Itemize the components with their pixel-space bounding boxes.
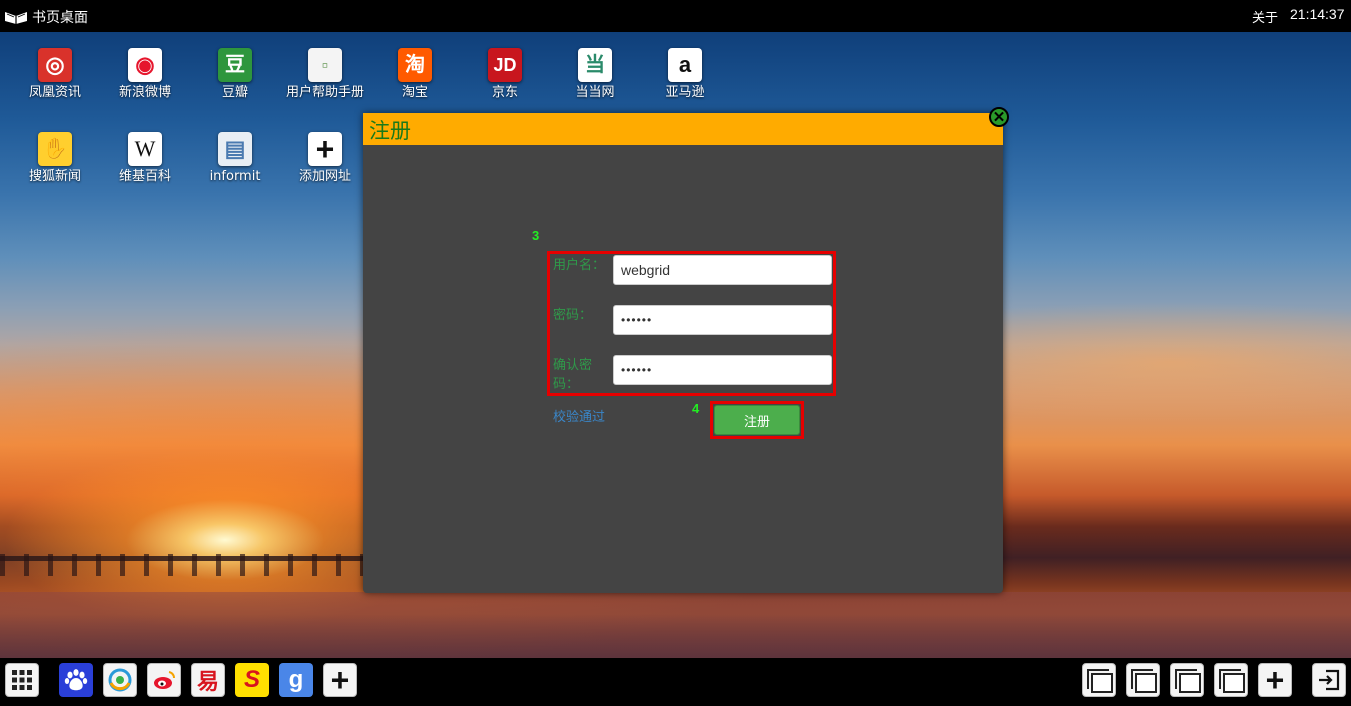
- shore: [0, 592, 1351, 658]
- taskbar-qq-browser[interactable]: [103, 663, 137, 697]
- annotation-marker-form: 3: [532, 228, 540, 243]
- desktop-icon-label: 京东: [491, 85, 518, 100]
- desktop-icon-label: 凤凰资讯: [28, 85, 81, 100]
- taskbar-google[interactable]: g: [279, 663, 313, 697]
- qq-browser-icon: [108, 668, 132, 692]
- taskbar-window-4[interactable]: [1214, 663, 1248, 697]
- desktop-icon-label: 豆瓣: [221, 85, 248, 100]
- username-input[interactable]: [613, 255, 832, 285]
- taskbar-exit[interactable]: [1312, 663, 1346, 697]
- weibo-icon: ◉: [128, 48, 162, 82]
- desktop-icon-douban[interactable]: 豆 豆瓣: [195, 48, 275, 101]
- clock: 21:14:37: [1290, 6, 1345, 22]
- sohu-s-icon: S: [243, 666, 260, 693]
- desktop-icon-dangdang[interactable]: 当 当当网: [555, 48, 635, 101]
- desktop-icon-label: 当当网: [575, 85, 615, 100]
- desktop-icon-help-manual[interactable]: ▫ 用户帮助手册: [285, 48, 365, 101]
- register-button-label: 注册: [743, 414, 770, 430]
- jd-icon: JD: [488, 48, 522, 82]
- desktop-icon-ifeng[interactable]: ◎ 凤凰资讯: [15, 48, 95, 101]
- password-mask: ••••••: [621, 313, 653, 327]
- confirm-password-mask: ••••••: [621, 363, 653, 377]
- ifeng-icon: ◎: [38, 48, 72, 82]
- close-dialog-button[interactable]: ✕: [989, 107, 1009, 127]
- desktop-icon-amazon[interactable]: a 亚马逊: [645, 48, 725, 101]
- desktop-icon-informit[interactable]: ▤ informit: [195, 132, 275, 185]
- password-input[interactable]: ••••••: [613, 305, 832, 335]
- book-logo-icon: [5, 12, 27, 24]
- desktop-icon-label: 淘宝: [401, 85, 428, 100]
- confirm-password-input[interactable]: ••••••: [613, 355, 832, 385]
- plus-icon: +: [330, 661, 350, 698]
- taskbar-yi[interactable]: 易: [191, 663, 225, 697]
- app-title: 书页桌面: [32, 10, 88, 26]
- amazon-icon: a: [668, 48, 702, 82]
- google-icon: g: [288, 666, 304, 693]
- verify-status: 校验通过: [553, 410, 606, 425]
- confirm-password-label: 确认密码：: [553, 358, 593, 392]
- plus-icon: +: [1265, 661, 1285, 698]
- window-icon: [1175, 669, 1201, 693]
- desktop-icon-jd[interactable]: JD 京东: [465, 48, 545, 101]
- plus-icon: +: [308, 132, 342, 166]
- taobao-icon: 淘: [398, 48, 432, 82]
- desktop-icon-label: 添加网址: [298, 169, 351, 184]
- taskbar-window-1[interactable]: [1082, 663, 1116, 697]
- douban-icon: 豆: [218, 48, 252, 82]
- desktop-icon-weibo[interactable]: ◉ 新浪微博: [105, 48, 185, 101]
- app-grid-icon: [12, 670, 32, 690]
- informit-icon: ▤: [218, 132, 252, 166]
- exit-icon: [1319, 669, 1340, 691]
- taskbar-add[interactable]: +: [323, 661, 357, 698]
- taskbar-new-window[interactable]: +: [1258, 661, 1292, 698]
- about-link[interactable]: 关于: [1252, 7, 1278, 26]
- username-label: 用户名：: [553, 258, 606, 273]
- desktop-icon-label: informit: [209, 169, 261, 184]
- yi-icon: 易: [196, 669, 219, 694]
- desktop-icon-label: 亚马逊: [665, 85, 705, 100]
- window-icon: [1087, 669, 1113, 693]
- weibo-icon: [154, 671, 176, 689]
- desktop-icon-label: 搜狐新闻: [28, 169, 81, 184]
- taskbar-window-3[interactable]: [1170, 663, 1204, 697]
- top-bar: 书页桌面 关于 21:14:37: [0, 0, 1351, 32]
- taskbar-app-grid[interactable]: [5, 663, 39, 697]
- annotation-marker-button: 4: [692, 401, 700, 416]
- window-icon: [1131, 669, 1157, 693]
- sohu-icon: ✋: [38, 132, 72, 166]
- taskbar-baidu[interactable]: [59, 663, 93, 697]
- desktop-icon-add-url[interactable]: + 添加网址: [285, 132, 365, 185]
- taskbar-weibo[interactable]: [147, 663, 181, 697]
- password-label: 密码：: [553, 308, 593, 323]
- taskbar-sohu[interactable]: S: [235, 663, 269, 697]
- taskbar: 易 S g + +: [0, 658, 1351, 706]
- desktop-icon-label: 维基百科: [118, 169, 171, 184]
- dangdang-icon: 当: [578, 48, 612, 82]
- register-button[interactable]: 注册: [714, 405, 800, 435]
- desktop-icon-label: 用户帮助手册: [285, 85, 364, 100]
- close-icon: ✕: [992, 108, 1006, 126]
- broken-image-icon: ▫: [308, 48, 342, 82]
- dialog-header: 注册: [363, 113, 1003, 145]
- pier-posts: [0, 554, 380, 576]
- desktop-icon-taobao[interactable]: 淘 淘宝: [375, 48, 455, 101]
- desktop-icon-wikipedia[interactable]: W 维基百科: [105, 132, 185, 185]
- desktop-icon-label: 新浪微博: [118, 85, 171, 100]
- window-icon: [1219, 669, 1245, 693]
- wikipedia-icon: W: [128, 132, 162, 166]
- baidu-icon: [64, 669, 88, 691]
- dialog-title: 注册: [369, 119, 411, 143]
- desktop-icon-sohu-news[interactable]: ✋ 搜狐新闻: [15, 132, 95, 185]
- taskbar-window-2[interactable]: [1126, 663, 1160, 697]
